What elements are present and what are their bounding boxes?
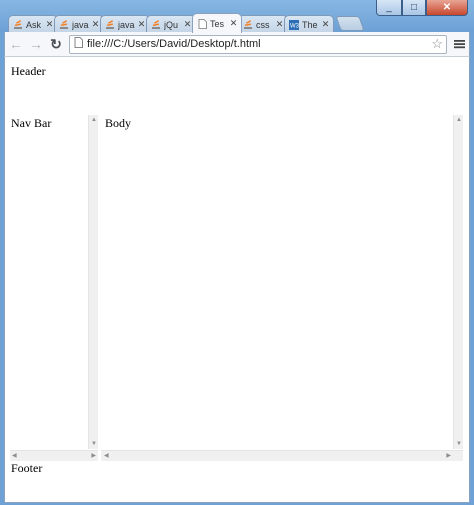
close-icon[interactable]: ✕ <box>45 19 54 30</box>
tab-label: java <box>72 19 89 30</box>
stackoverflow-icon <box>151 19 161 30</box>
body-frame: Body ▲ ▼ ◀ ▶ <box>101 115 463 461</box>
stackoverflow-icon <box>243 19 253 30</box>
back-icon[interactable]: ← <box>7 35 25 53</box>
tab-java-2[interactable]: java ✕ <box>100 15 150 33</box>
footer-text: Footer <box>11 461 43 475</box>
menu-icon[interactable] <box>451 35 467 53</box>
tab-java-1[interactable]: java ✕ <box>54 15 104 33</box>
close-icon[interactable]: ✕ <box>137 19 146 30</box>
tab-label: Ask <box>26 19 42 30</box>
scroll-down-arrow-icon[interactable]: ▼ <box>91 441 97 447</box>
nav-bar-text: Nav Bar <box>11 116 52 130</box>
tab-label: Tes <box>210 18 225 29</box>
close-icon[interactable]: ✕ <box>183 19 192 30</box>
tab-jquery[interactable]: jQu ✕ <box>146 15 196 33</box>
close-icon[interactable]: ✕ <box>321 19 330 30</box>
page-viewport: Header Nav Bar ▲ ▼ ◀ ▶ Body ▲ ▼ ◀ ▶ Foot… <box>4 56 470 503</box>
scroll-up-arrow-icon[interactable]: ▲ <box>91 117 97 123</box>
page-icon <box>197 18 207 29</box>
tab-ask[interactable]: Ask ✕ <box>8 15 58 33</box>
nav-frame: Nav Bar ▲ ▼ ◀ ▶ <box>10 115 103 461</box>
header-text: Header <box>11 64 46 78</box>
body-vertical-scrollbar[interactable]: ▲ ▼ <box>453 115 463 449</box>
scroll-right-arrow-icon[interactable]: ▶ <box>91 453 96 459</box>
body-horizontal-scrollbar[interactable]: ◀ ▶ <box>101 450 463 461</box>
browser-window: _ □ ✕ Ask ✕ java ✕ java ✕ jQu ✕ Tes ✕ cs… <box>0 0 474 505</box>
w3schools-icon: W3 <box>289 19 299 30</box>
close-icon[interactable]: ✕ <box>229 18 238 29</box>
tab-test-active[interactable]: Tes ✕ <box>192 13 242 33</box>
url-text[interactable]: file:///C:/Users/David/Desktop/t.html <box>87 38 431 50</box>
page-icon <box>74 37 83 51</box>
tab-w3schools[interactable]: W3 The ✕ <box>284 15 334 33</box>
close-icon[interactable]: ✕ <box>275 19 284 30</box>
svg-text:W3: W3 <box>290 23 299 29</box>
scroll-right-arrow-icon[interactable]: ▶ <box>446 453 451 459</box>
forward-icon[interactable]: → <box>27 35 45 53</box>
tab-label: jQu <box>164 19 179 30</box>
browser-toolbar: ← → ↻ file:///C:/Users/David/Desktop/t.h… <box>4 32 470 56</box>
tab-strip: Ask ✕ java ✕ java ✕ jQu ✕ Tes ✕ css ✕ W3… <box>8 13 466 33</box>
scroll-up-arrow-icon[interactable]: ▲ <box>456 117 462 123</box>
new-tab-button[interactable] <box>335 16 365 31</box>
scroll-left-arrow-icon[interactable]: ◀ <box>104 453 109 459</box>
tab-label: java <box>118 19 135 30</box>
tab-label: The <box>302 19 318 30</box>
tab-label: css <box>256 19 270 30</box>
scroll-down-arrow-icon[interactable]: ▼ <box>456 441 462 447</box>
stackoverflow-icon <box>13 19 23 30</box>
nav-horizontal-scrollbar[interactable]: ◀ ▶ <box>10 450 98 461</box>
stackoverflow-icon <box>105 19 115 30</box>
bookmark-star-icon[interactable]: ☆ <box>431 36 443 52</box>
address-bar[interactable]: file:///C:/Users/David/Desktop/t.html ☆ <box>69 34 447 54</box>
close-icon[interactable]: ✕ <box>91 19 100 30</box>
scroll-left-arrow-icon[interactable]: ◀ <box>12 453 17 459</box>
nav-vertical-scrollbar[interactable]: ▲ ▼ <box>88 115 98 449</box>
body-text: Body <box>105 116 132 130</box>
tab-css[interactable]: css ✕ <box>238 15 288 33</box>
stackoverflow-icon <box>59 19 69 30</box>
reload-icon[interactable]: ↻ <box>47 35 65 53</box>
